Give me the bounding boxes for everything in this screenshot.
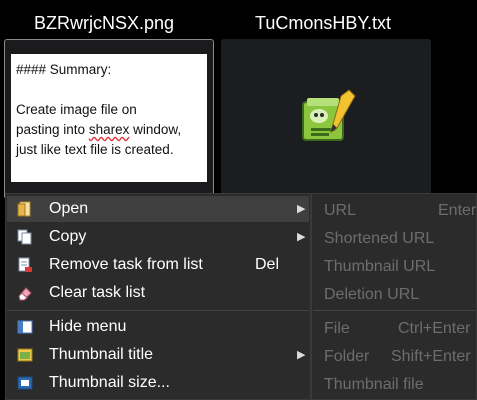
menu-separator [7,310,309,311]
menu-item-hide-menu[interactable]: Hide menu [7,314,309,340]
submenu-item-thumbnail-url[interactable]: Thumbnail URL [312,254,477,280]
menu-item-copy[interactable]: Copy ▶ [7,224,309,250]
image-preview: #### Summary: Create image file on pasti… [11,54,207,182]
thumbnail-title-icon [17,348,33,362]
menu-item-label: Thumbnail size... [49,374,170,391]
menu-item-label: Copy [49,228,87,245]
submenu-item-label: Thumbnail URL [324,258,436,275]
context-menu: Open ▶ Copy ▶ Remove task from list Del … [5,193,311,400]
preview-text: window, [129,122,182,137]
hide-menu-icon [17,320,33,334]
menu-item-remove-task[interactable]: Remove task from list Del [7,252,309,278]
thumbnail-size-icon [17,376,33,390]
misspelled-word: sharex [88,122,130,137]
menu-separator [313,310,475,311]
thumbnail-title-1: BZRwrjcNSX.png [34,13,175,33]
shortcut-label: Enter [438,202,477,219]
menu-item-label: Hide menu [49,318,127,335]
submenu-item-deletion-url[interactable]: Deletion URL [312,282,477,308]
menu-item-clear-task-list[interactable]: Clear task list [7,280,309,306]
thumbnail-card-2[interactable] [221,39,431,197]
submenu-item-label: File [324,320,350,337]
remove-task-icon [18,257,32,272]
submenu-item-thumbnail-file[interactable]: Thumbnail file [312,372,477,398]
menu-item-open[interactable]: Open ▶ [7,196,309,222]
menu-item-label: Clear task list [49,284,146,301]
submenu-item-label: Folder [324,348,370,365]
chevron-right-icon: ▶ [297,203,306,215]
preview-text: pasting into [16,122,89,137]
text-editor-app-icon [302,89,356,141]
submenu-item-label: Thumbnail file [324,376,424,393]
copy-icon [17,229,32,245]
open-submenu: URL Enter Shortened URL Thumbnail URL De… [311,193,477,400]
preview-line: pasting into sharex window, [16,120,207,140]
submenu-item-label: URL [324,202,357,219]
menu-item-label: Open [49,200,89,217]
shortcut-label: Ctrl+Enter [398,320,471,337]
submenu-item-shortened-url[interactable]: Shortened URL [312,226,477,252]
chevron-right-icon: ▶ [297,231,306,243]
eraser-icon [18,287,32,301]
submenu-item-label: Deletion URL [324,286,420,303]
submenu-item-folder[interactable]: Folder Shift+Enter [312,344,477,370]
preview-line: #### Summary: [16,62,112,77]
thumbnail-title-2: TuCmonsHBY.txt [255,13,392,33]
open-file-icon [17,201,31,217]
shortcut-label: Shift+Enter [391,348,471,365]
submenu-item-url[interactable]: URL Enter [312,198,477,224]
menu-item-label: Thumbnail title [49,346,154,363]
menu-item-label: Remove task from list [49,256,203,273]
shortcut-label: Del [255,256,280,273]
menu-item-thumbnail-title[interactable]: Thumbnail title ▶ [7,342,309,368]
thumbnail-card-1[interactable]: #### Summary: Create image file on pasti… [4,39,214,199]
preview-line: just like text file is created. [16,142,174,157]
submenu-item-label: Shortened URL [324,230,435,247]
preview-line: Create image file on [16,102,137,117]
chevron-right-icon: ▶ [297,349,306,361]
menu-item-thumbnail-size[interactable]: Thumbnail size... [7,370,309,396]
submenu-item-file[interactable]: File Ctrl+Enter [312,316,477,342]
